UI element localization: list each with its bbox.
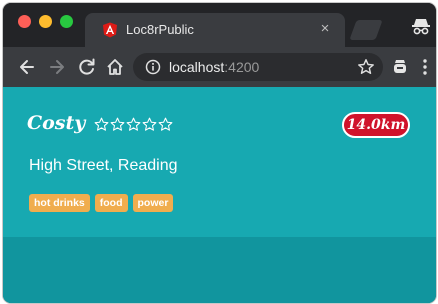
maximize-window-button[interactable] [60, 15, 73, 28]
star-icon[interactable] [357, 58, 375, 76]
star-empty-icon [110, 117, 125, 131]
page-viewport: Costy 14.0km High Street, Reading hot dr… [3, 87, 436, 303]
address-bar[interactable]: localhost:4200 [133, 53, 383, 81]
extension-icon[interactable] [390, 57, 410, 77]
url-text: localhost:4200 [169, 59, 259, 75]
angular-icon [103, 22, 117, 38]
home-icon[interactable] [105, 57, 125, 77]
tab-close-button[interactable]: × [317, 20, 333, 38]
location-address: High Street, Reading [29, 157, 178, 174]
star-empty-icon [158, 117, 173, 131]
minimize-window-button[interactable] [39, 15, 52, 28]
close-window-button[interactable] [18, 15, 31, 28]
new-tab-button[interactable] [349, 20, 383, 40]
star-empty-icon [126, 117, 141, 131]
incognito-icon [412, 19, 430, 35]
star-empty-icon [142, 117, 157, 131]
location-name[interactable]: Costy [27, 112, 85, 134]
tab-title: Loc8rPublic [126, 22, 194, 37]
content-area [3, 237, 436, 303]
star-empty-icon [94, 117, 109, 131]
location-card[interactable]: Costy 14.0km High Street, Reading hot dr… [3, 87, 436, 237]
back-icon[interactable] [17, 57, 37, 77]
tab-strip: Loc8rPublic × [3, 3, 436, 47]
url-port: :4200 [224, 59, 260, 75]
reload-icon[interactable] [77, 57, 97, 77]
facility-badge: power [132, 194, 174, 212]
facility-badge: hot drinks [29, 194, 90, 212]
menu-icon[interactable] [415, 57, 435, 77]
info-icon[interactable] [145, 59, 161, 75]
forward-icon[interactable] [47, 57, 67, 77]
browser-toolbar: localhost:4200 [3, 47, 436, 87]
facility-badge: food [94, 194, 128, 212]
browser-window: Loc8rPublic × localhost:4200 Costy 14.0k… [3, 3, 436, 303]
distance-badge: 14.0km [342, 112, 410, 138]
browser-tab[interactable]: Loc8rPublic × [85, 13, 345, 47]
url-host: localhost [169, 59, 225, 75]
facility-list: hot drinks food power [29, 194, 174, 212]
star-rating [94, 117, 174, 133]
